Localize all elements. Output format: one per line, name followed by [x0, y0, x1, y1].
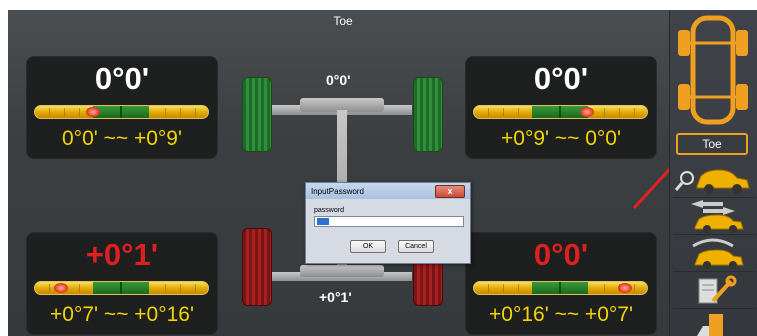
rear-total-toe: +0°1'	[319, 289, 352, 305]
sidebar-item-tools[interactable]	[673, 273, 755, 309]
dialog-titlebar[interactable]: InputPassword x	[306, 183, 470, 199]
ok-button[interactable]: OK	[350, 240, 386, 253]
right-sidebar: Toe	[669, 10, 757, 336]
rear-right-toe-panel: 0°0' +0°16' ~~ +0°7'	[465, 232, 657, 335]
rear-left-marker	[54, 283, 68, 293]
text-selection-highlight	[317, 218, 329, 225]
password-input[interactable]	[314, 216, 464, 227]
front-right-tolerance-bar	[473, 105, 648, 119]
front-right-marker	[580, 107, 594, 117]
front-left-toe-value: 0°0'	[94, 61, 150, 96]
front-left-marker	[86, 107, 100, 117]
car-swap-icon	[691, 200, 744, 233]
input-password-dialog: InputPassword x password OK Cancel	[305, 182, 471, 264]
sidebar-item-car-swap[interactable]	[673, 199, 755, 235]
car-gauge-icon	[692, 238, 744, 269]
lift-icon	[697, 314, 723, 336]
rear-left-tire	[242, 228, 272, 306]
rear-right-marker	[618, 283, 632, 293]
password-label: password	[314, 207, 344, 214]
front-left-tire	[242, 77, 272, 152]
front-left-toe-panel: 0°0' 0°0' ~~ +0°9'	[26, 56, 218, 159]
front-left-tolerance-bar	[34, 105, 209, 119]
dialog-close-button[interactable]: x	[435, 185, 465, 198]
sidebar-item-lift[interactable]	[673, 310, 755, 336]
rear-left-toe-range: +0°7' ~~ +0°16'	[50, 303, 194, 326]
front-right-tire	[413, 77, 443, 152]
front-right-toe-panel: 0°0' +0°9' ~~ 0°0'	[465, 56, 657, 159]
front-right-toe-range: +0°9' ~~ 0°0'	[501, 127, 621, 150]
sidebar-item-car-search[interactable]	[673, 162, 755, 198]
front-total-toe: 0°0'	[326, 72, 351, 88]
sidebar-item-toe[interactable]: Toe	[676, 133, 748, 155]
rear-right-toe-range: +0°16' ~~ +0°7'	[489, 303, 633, 326]
front-right-toe-value: 0°0'	[533, 61, 589, 96]
car-search-icon	[674, 169, 750, 194]
rear-left-toe-panel: +0°1' +0°7' ~~ +0°16'	[26, 232, 218, 335]
cancel-button[interactable]: Cancel	[398, 240, 434, 253]
rear-left-toe-value: +0°1'	[85, 237, 159, 272]
sidebar-item-car-gauge[interactable]	[673, 236, 755, 272]
rear-crossmember	[300, 265, 384, 277]
sidebar-item-car-overview[interactable]	[673, 12, 755, 130]
car-top-view-icon	[678, 15, 748, 125]
dialog-title: InputPassword	[311, 187, 364, 196]
screen-title: Toe	[333, 14, 353, 28]
front-left-toe-range: 0°0' ~~ +0°9'	[62, 127, 182, 150]
tools-icon	[698, 275, 737, 304]
alignment-screen: Toe 0°0' 0°0' ~~ +0°9' 0°0' +0°9' ~~ 0°0…	[8, 10, 757, 336]
rear-right-toe-value: 0°0'	[533, 237, 589, 272]
